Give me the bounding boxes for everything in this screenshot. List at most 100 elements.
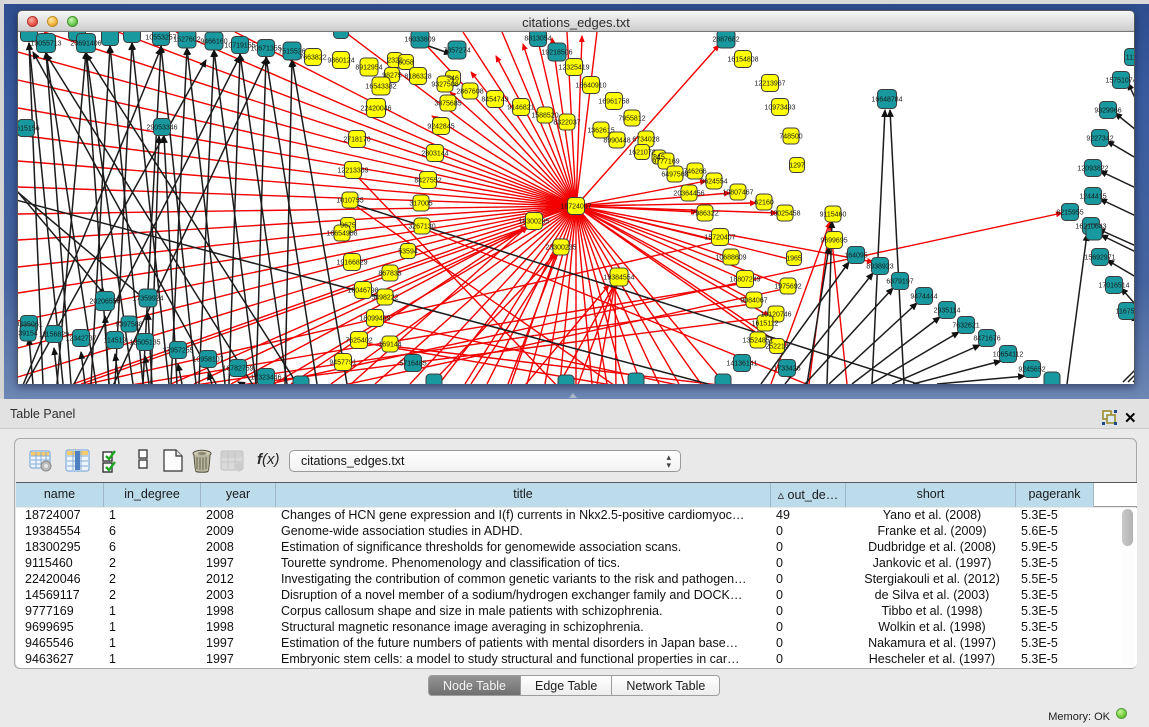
svg-text:8813054: 8813054 <box>524 35 551 42</box>
svg-text:18724007: 18724007 <box>560 203 591 210</box>
svg-text:317005: 317005 <box>409 200 432 207</box>
svg-text:16654908: 16654908 <box>326 230 357 237</box>
svg-text:7632621: 7632621 <box>952 322 979 329</box>
svg-text:1297: 1297 <box>789 162 805 169</box>
svg-text:1527602: 1527602 <box>173 36 200 43</box>
svg-text:98275: 98275 <box>382 72 402 79</box>
svg-text:164095: 164095 <box>844 252 867 259</box>
svg-text:6879197: 6879197 <box>886 278 913 285</box>
svg-text:9474444: 9474444 <box>910 293 937 300</box>
svg-text:39154: 39154 <box>18 330 38 337</box>
svg-text:8938923: 8938923 <box>866 263 893 270</box>
svg-text:1117: 1117 <box>1126 54 1134 61</box>
svg-text:8471676: 8471676 <box>973 335 1000 342</box>
svg-text:12213967: 12213967 <box>754 80 785 87</box>
svg-text:15720407: 15720407 <box>704 234 735 241</box>
svg-text:9335061: 9335061 <box>18 321 43 328</box>
svg-text:7357274: 7357274 <box>443 47 470 54</box>
svg-text:17957255: 17957255 <box>162 347 193 354</box>
svg-text:17359924: 17359924 <box>132 295 163 302</box>
svg-text:16210643: 16210643 <box>1075 223 1106 230</box>
svg-text:8912954: 8912954 <box>355 64 382 71</box>
svg-text:7986322: 7986322 <box>691 210 718 217</box>
svg-text:1588520: 1588520 <box>531 112 558 119</box>
svg-text:9245652: 9245652 <box>1018 366 1045 373</box>
svg-text:6058: 6058 <box>398 59 414 66</box>
svg-text:7663822: 7663822 <box>299 54 326 61</box>
svg-text:3624554: 3624554 <box>700 178 727 185</box>
svg-text:16543382: 16543382 <box>365 83 396 90</box>
svg-text:10025458: 10025458 <box>769 210 800 217</box>
svg-text:9329966: 9329966 <box>1094 107 1121 114</box>
svg-text:1615112: 1615112 <box>752 320 779 327</box>
svg-text:169144: 169144 <box>378 341 401 348</box>
svg-text:10688609: 10688609 <box>715 254 746 261</box>
svg-text:9115460: 9115460 <box>820 211 847 218</box>
svg-text:14136141: 14136141 <box>726 360 757 367</box>
svg-text:29053346: 29053346 <box>146 124 177 131</box>
svg-text:16046798: 16046798 <box>347 287 378 294</box>
svg-text:867833: 867833 <box>378 270 401 277</box>
svg-text:252214: 252214 <box>765 343 788 350</box>
svg-text:8186328: 8186328 <box>404 73 431 80</box>
svg-text:8990448: 8990448 <box>603 137 630 144</box>
svg-text:116753: 116753 <box>1116 308 1134 315</box>
svg-text:8215955: 8215955 <box>1056 209 1083 216</box>
svg-text:9146821: 9146821 <box>507 104 534 111</box>
svg-text:1362615: 1362615 <box>587 127 614 134</box>
svg-text:15751074: 15751074 <box>1105 77 1134 84</box>
svg-text:1621072: 1621072 <box>628 149 655 156</box>
svg-text:16154808: 16154808 <box>727 56 758 63</box>
svg-text:15692971: 15692971 <box>1084 254 1115 261</box>
svg-text:16782759: 16782759 <box>222 365 253 372</box>
svg-text:53594: 53594 <box>398 248 418 255</box>
svg-text:1244415: 1244415 <box>1079 193 1106 200</box>
svg-text:8454749: 8454749 <box>481 96 508 103</box>
svg-text:5498222: 5498222 <box>371 294 398 301</box>
svg-text:9084067: 9084067 <box>740 297 767 304</box>
svg-text:746266: 746266 <box>683 168 706 175</box>
svg-text:9457791: 9457791 <box>329 359 356 366</box>
svg-text:3375685: 3375685 <box>434 100 461 107</box>
svg-text:16033809: 16033809 <box>404 36 435 43</box>
svg-text:16640910: 16640910 <box>575 82 606 89</box>
svg-text:748500: 748500 <box>779 133 802 140</box>
svg-text:12505135: 12505135 <box>129 339 160 346</box>
svg-text:2935114: 2935114 <box>934 307 961 314</box>
svg-text:19166829: 19166829 <box>336 259 367 266</box>
svg-text:10958107: 10958107 <box>192 356 223 363</box>
svg-text:3267130: 3267130 <box>408 223 435 230</box>
svg-text:19218506: 19218506 <box>541 49 572 56</box>
svg-text:10120746: 10120746 <box>760 311 791 318</box>
svg-text:12323446: 12323446 <box>250 374 281 381</box>
svg-text:18807249: 18807249 <box>729 276 760 283</box>
svg-text:18099469: 18099469 <box>359 315 390 322</box>
svg-text:18300295: 18300295 <box>518 218 549 225</box>
svg-text:2615156: 2615156 <box>18 125 40 132</box>
svg-text:2867608: 2867608 <box>456 88 483 95</box>
svg-text:9242845: 9242845 <box>427 123 454 130</box>
svg-text:1965: 1965 <box>786 255 802 262</box>
svg-text:16648784: 16648784 <box>871 96 902 103</box>
svg-text:12093822: 12093822 <box>1077 165 1108 172</box>
svg-text:22420046: 22420046 <box>360 105 391 112</box>
svg-text:17016514: 17016514 <box>1098 282 1129 289</box>
svg-text:9860124: 9860124 <box>327 57 354 64</box>
svg-text:19384554: 19384554 <box>603 274 634 281</box>
svg-text:7955812: 7955812 <box>618 115 645 122</box>
svg-text:1010755: 1010755 <box>336 197 363 204</box>
svg-text:8427552: 8427552 <box>414 177 441 184</box>
svg-text:20364456: 20364456 <box>673 190 704 197</box>
svg-text:10654112: 10654112 <box>993 351 1024 358</box>
svg-text:5716485: 5716485 <box>399 360 426 367</box>
svg-text:9675: 9675 <box>340 222 356 229</box>
svg-text:16961758: 16961758 <box>598 98 629 105</box>
svg-text:12342737: 12342737 <box>65 335 96 342</box>
svg-text:9397588: 9397588 <box>115 321 142 328</box>
svg-text:10671355: 10671355 <box>250 45 281 52</box>
svg-text:10973493: 10973493 <box>764 104 795 111</box>
svg-text:9777169: 9777169 <box>652 158 679 165</box>
svg-text:2718170: 2718170 <box>343 136 370 143</box>
svg-text:12213369: 12213369 <box>337 167 368 174</box>
svg-text:62160: 62160 <box>754 199 774 206</box>
